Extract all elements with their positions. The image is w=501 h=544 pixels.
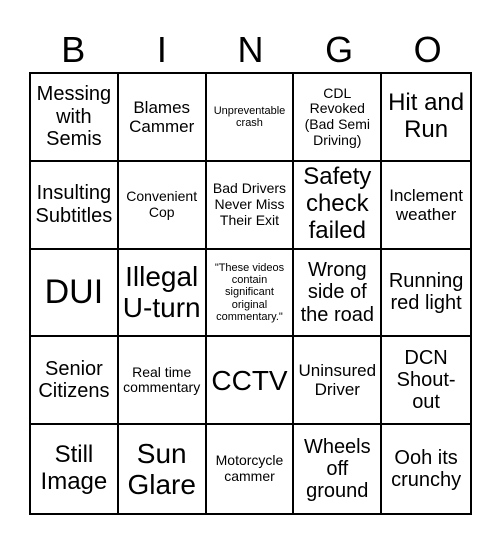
bingo-cell[interactable]: Insulting Subtitles [31, 161, 119, 250]
bingo-grid: Messing with Semis Blames Cammer Unpreve… [29, 72, 472, 515]
bingo-cell[interactable]: Safety check failed [294, 161, 383, 250]
bingo-cell[interactable]: "These videos contain significant origin… [206, 249, 295, 338]
bingo-cell[interactable]: Illegal U-turn [118, 249, 207, 338]
bingo-cell[interactable]: DCN Shout-out [382, 337, 470, 426]
header-letter-g: G [325, 29, 354, 70]
bingo-cell[interactable]: Uninsured Driver [294, 337, 383, 426]
bingo-cell[interactable]: Sun Glare [119, 425, 207, 513]
header-letter-i: I [156, 29, 167, 70]
bingo-header: B I N G O [29, 30, 472, 70]
bingo-cell[interactable]: Motorcycle cammer [207, 425, 295, 513]
header-letter-n: N [237, 29, 264, 70]
bingo-cell[interactable]: Unpreventable crash [206, 74, 295, 162]
bingo-cell[interactable]: Messing with Semis [31, 74, 119, 162]
bingo-cell[interactable]: Running red light [382, 250, 470, 338]
bingo-cell[interactable]: CCTV [206, 337, 295, 426]
bingo-cell[interactable]: Wrong side of the road [294, 249, 383, 338]
bingo-cell[interactable]: Convenient Cop [118, 161, 207, 250]
bingo-cell[interactable]: Hit and Run [382, 74, 470, 162]
bingo-cell[interactable]: Ooh its crunchy [382, 425, 470, 513]
bingo-cell[interactable]: Bad Drivers Never Miss Their Exit [206, 161, 295, 250]
header-letter-b: B [61, 29, 86, 70]
header-letter-o: O [413, 29, 442, 70]
bingo-cell[interactable]: Inclement weather [382, 162, 470, 250]
bingo-cell[interactable]: CDL Revoked (Bad Semi Driving) [294, 74, 383, 162]
bingo-cell[interactable]: Still Image [31, 425, 119, 513]
bingo-cell[interactable]: Blames Cammer [118, 74, 207, 162]
bingo-cell[interactable]: Real time commentary [118, 337, 207, 426]
bingo-cell[interactable]: DUI [31, 249, 119, 338]
bingo-cell[interactable]: Wheels off ground [294, 425, 383, 513]
bingo-cell[interactable]: Senior Citizens [31, 337, 119, 426]
